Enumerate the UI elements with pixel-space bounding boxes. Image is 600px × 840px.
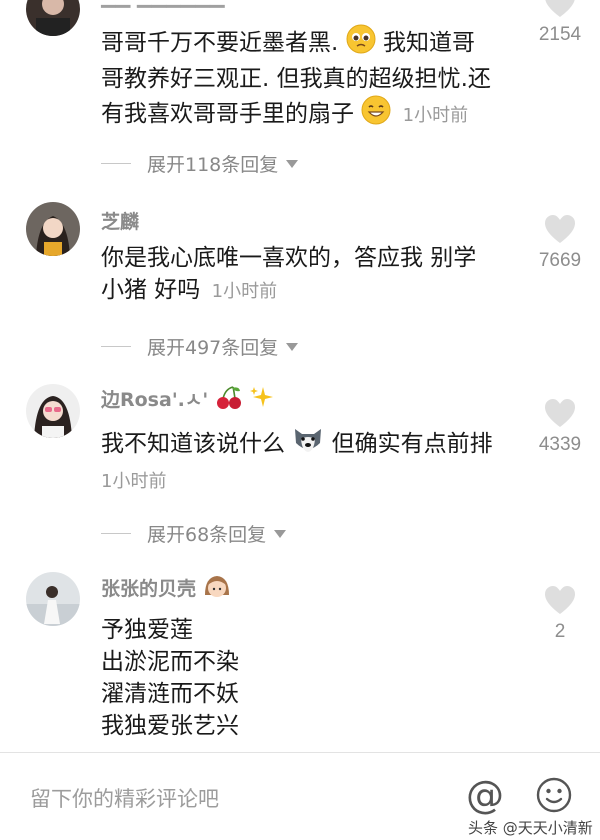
comment-input[interactable]: 留下你的精彩评论吧 bbox=[30, 783, 219, 813]
avatar[interactable] bbox=[26, 0, 80, 36]
expand-replies-button[interactable]: 展开118条回复 bbox=[101, 150, 299, 177]
sparkles-emoji bbox=[249, 385, 275, 416]
dog-face-emoji bbox=[292, 425, 324, 464]
expand-replies-button[interactable]: 展开68条回复 bbox=[101, 520, 287, 547]
comment-text-line: 你是我心底唯一喜欢的，答应我 别学 bbox=[101, 245, 477, 271]
like-count: 2154 bbox=[538, 24, 582, 45]
comment-text-line: 予独爱莲 bbox=[101, 617, 193, 643]
comment-text-line: 出淤泥而不染 bbox=[101, 649, 239, 675]
cherries-emoji bbox=[215, 385, 243, 416]
username-text: 边Rosa'.ㅅ' bbox=[101, 389, 209, 411]
comment-text-line: 濯清涟而不妖 bbox=[101, 681, 239, 707]
like-button[interactable]: 4339 bbox=[535, 398, 585, 456]
divider bbox=[101, 533, 131, 534]
comment-time: 1小时前 bbox=[211, 281, 278, 302]
grinning-face-emoji bbox=[361, 95, 391, 134]
comment-text-line: 小猪 好吗 bbox=[101, 277, 201, 303]
at-icon[interactable]: @ bbox=[466, 773, 504, 817]
comment-text-line: 我不知道该说什么 bbox=[101, 431, 285, 457]
comment-time: 1小时前 bbox=[402, 105, 469, 126]
comment-text: 予独爱莲 出淤泥而不染 濯清涟而不妖 我独爱张艺兴 bbox=[101, 614, 516, 742]
expand-replies-label: 展开118条回复 bbox=[147, 154, 279, 176]
smiley-icon[interactable] bbox=[536, 777, 572, 817]
comment-text-line: 我知道哥 bbox=[382, 30, 475, 56]
pleading-face-emoji bbox=[346, 24, 376, 63]
comment-time: 1小时前 bbox=[101, 471, 167, 492]
comment-text-line: 有我喜欢哥哥手里的扇子 bbox=[101, 101, 354, 127]
divider bbox=[101, 346, 131, 347]
chevron-down-icon bbox=[286, 159, 299, 168]
comment-text-line: 但确实有点前排 bbox=[331, 431, 493, 457]
heart-icon bbox=[545, 0, 575, 17]
comment-text-line: 哥哥千万不要近墨者黑. bbox=[101, 30, 339, 56]
comment-username[interactable]: 边Rosa'.ㅅ' bbox=[101, 385, 275, 416]
comment-input-bar: 留下你的精彩评论吧 @ 头条 @天天小清新 bbox=[0, 752, 600, 840]
comment-text-line: 我独爱张艺兴 bbox=[101, 713, 239, 739]
like-count: 2 bbox=[554, 621, 566, 642]
heart-icon bbox=[545, 586, 575, 614]
expand-replies-button[interactable]: 展开497条回复 bbox=[101, 333, 299, 360]
girl-face-emoji bbox=[203, 573, 231, 606]
like-count: 7669 bbox=[538, 250, 582, 271]
comment-username[interactable]: 芝麟 bbox=[101, 207, 139, 234]
comment-username[interactable]: 张张的贝壳 bbox=[101, 573, 231, 606]
expand-replies-label: 展开68条回复 bbox=[147, 524, 267, 546]
comment-text-line: 哥教养好三观正. 但我真的超级担忧.还 bbox=[101, 66, 491, 92]
comment-username[interactable]: ▁▁ ▁▁▁▁▁▁ bbox=[101, 0, 225, 8]
like-button[interactable]: 2 bbox=[535, 585, 585, 643]
like-count: 4339 bbox=[538, 434, 582, 455]
chevron-down-icon bbox=[286, 342, 299, 351]
heart-icon bbox=[545, 399, 575, 427]
avatar[interactable] bbox=[26, 384, 80, 438]
avatar[interactable] bbox=[26, 572, 80, 626]
watermark: 头条 @天天小清新 bbox=[468, 819, 593, 837]
like-button[interactable]: 7669 bbox=[535, 214, 585, 272]
divider bbox=[101, 163, 131, 164]
comment-text: 我不知道该说什么 但确实有点前排 1小时前 bbox=[101, 425, 516, 498]
chevron-down-icon bbox=[274, 529, 287, 538]
comment-text: 哥哥千万不要近墨者黑. 我知道哥 哥教养好三观正. 但我真的超级担忧.还 有我喜… bbox=[101, 24, 516, 134]
expand-replies-label: 展开497条回复 bbox=[147, 337, 279, 359]
username-text: 张张的贝壳 bbox=[101, 578, 197, 600]
avatar[interactable] bbox=[26, 202, 80, 256]
comment-text: 你是我心底唯一喜欢的，答应我 别学 小猪 好吗 1小时前 bbox=[101, 242, 516, 308]
like-button[interactable]: 2154 bbox=[535, 0, 585, 46]
heart-icon bbox=[545, 215, 575, 243]
